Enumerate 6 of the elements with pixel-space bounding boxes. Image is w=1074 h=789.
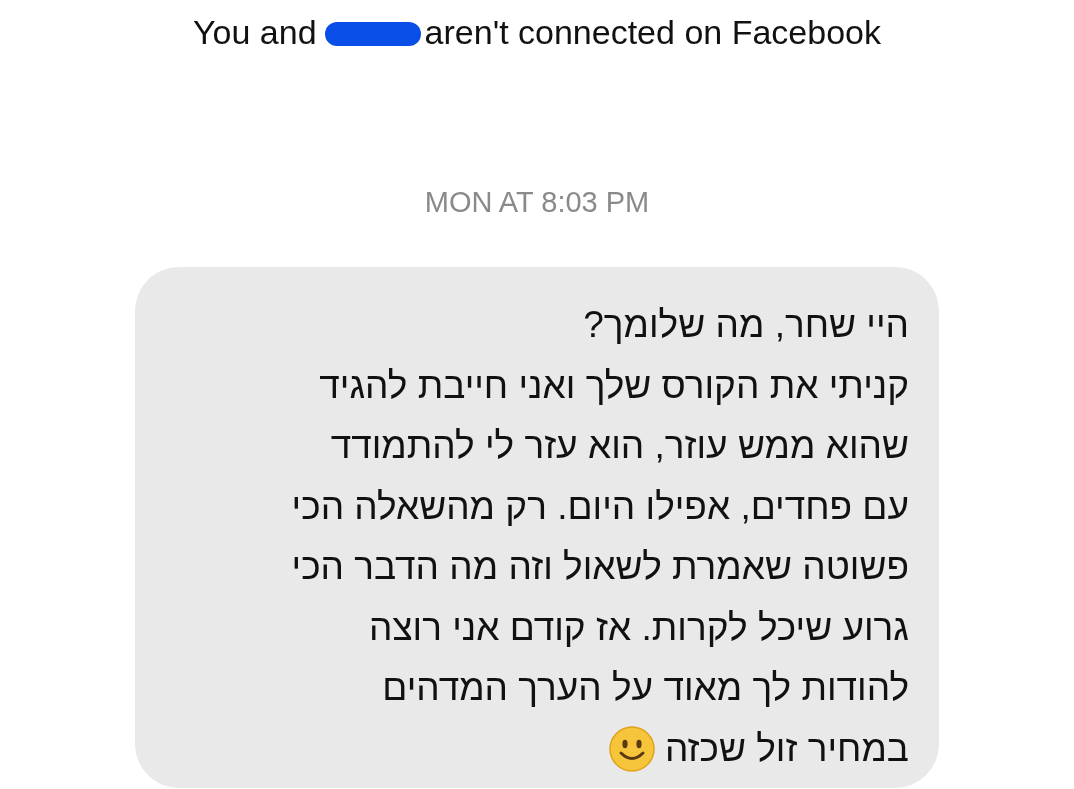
message-text: היי שחר, מה שלומך? קניתי את הקורס שלך ואני חייבת להגיד שהוא ממש עוזר, הוא עזר לי להתמודד עם פחדים, אפילו היום. רק מהשאלה הכי פשוטה שאמרת לשאול וזה מה הדבר הכי גרוע שיכל לקרות. אז קודם אני רוצה להודות לך מאוד על הערך המדהים <box>291 303 909 710</box>
smiley-icon <box>608 725 655 772</box>
message-text: במחיר זול שכזה <box>664 727 909 771</box>
timestamp: MON AT 8:03 PM <box>424 185 650 220</box>
notice-text: You and <box>193 11 317 53</box>
notice-text: aren't connected on Facebook <box>424 11 881 53</box>
